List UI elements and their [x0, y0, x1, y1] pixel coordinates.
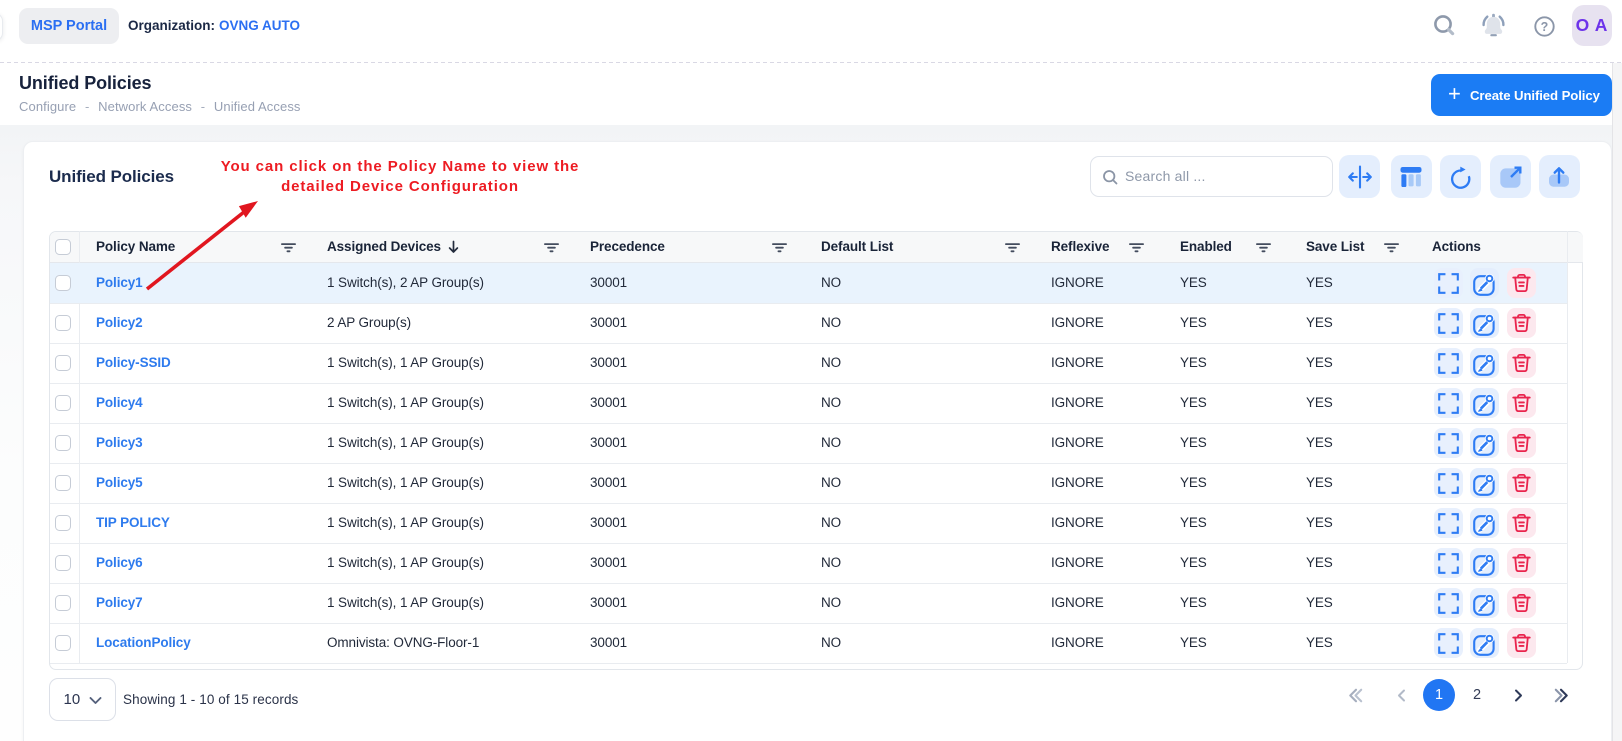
svg-text:?: ? — [1541, 20, 1549, 34]
